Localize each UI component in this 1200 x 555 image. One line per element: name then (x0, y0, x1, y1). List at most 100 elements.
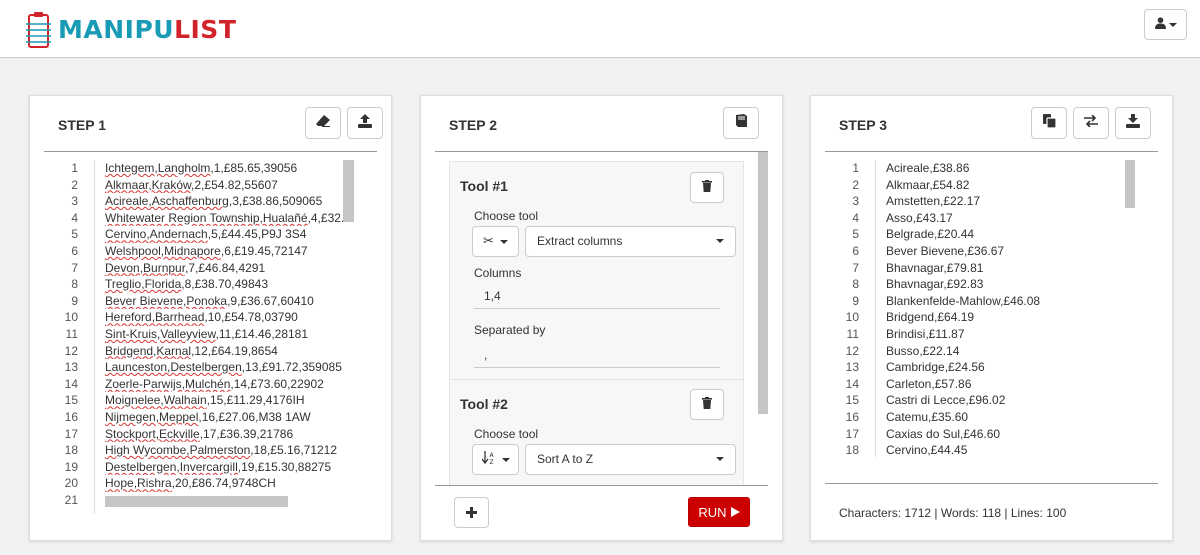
line-number: 2 (71, 177, 78, 192)
tool-type-value: Extract columns (537, 234, 623, 248)
line-number: 2 (852, 177, 859, 192)
editor-line[interactable]: Asso,£43.17 (886, 210, 1126, 227)
user-icon (1154, 16, 1166, 34)
editor-line[interactable]: Sint-Kruis,Valleyview,11,£14.46,28181 (105, 326, 345, 343)
line-number: 14 (64, 376, 78, 391)
line-number: 3 (852, 194, 859, 209)
line-number: 8 (852, 277, 859, 292)
editor-line[interactable]: Cervino,Andernach,5,£44.45,P9J 3S4 (105, 226, 345, 243)
trash-icon (702, 396, 712, 414)
editor-line[interactable]: Bhavnagar,£79.81 (886, 260, 1126, 277)
output-editor[interactable]: 1 Acireale,£38.86 2 Alkmaar,£54.82 3 Amstette… (825, 160, 1158, 457)
editor-line[interactable]: Hope,Rishra,20,£86.74,9748CH (105, 475, 345, 492)
editor-line[interactable]: Belgrade,£20.44 (886, 226, 1126, 243)
copy-output-button[interactable] (1031, 107, 1067, 139)
download-output-button[interactable] (1115, 107, 1151, 139)
line-number: 10 (845, 310, 859, 325)
navbar: MANIPULIST (0, 0, 1200, 58)
editor-line[interactable]: Devon,Burnpur,7,£46.84,4291 (105, 260, 345, 277)
upload-file-button[interactable] (347, 107, 383, 139)
editor-line[interactable]: High Wycombe,Palmerston,18,£5.16,71212 (105, 442, 345, 459)
input-horizontal-scrollbar[interactable] (105, 496, 288, 507)
editor-line[interactable]: Alkmaar,Kraków,2,£54.82,55607 (105, 177, 345, 194)
line-number: 19 (64, 459, 78, 474)
line-number: 8 (71, 277, 78, 292)
line-number: 16 (845, 410, 859, 424)
tool-icon-select[interactable]: AZ (472, 444, 519, 475)
editor-line[interactable]: Welshpool,Midnapore,6,£19.45,72147 (105, 243, 345, 260)
editor-line[interactable]: Zoerle-Parwijs,Mulchén,14,£73.60,22902 (105, 376, 345, 393)
editor-line[interactable]: Treglio,Florida,8,£38.70,49843 (105, 276, 345, 293)
line-number: 20 (64, 476, 78, 491)
user-menu-button[interactable] (1144, 9, 1187, 40)
columns-input[interactable]: 1,4 (474, 285, 720, 309)
editor-line[interactable]: Bever Bievene,Ponoka,9,£36.67,60410 (105, 293, 345, 310)
step3-title: STEP 3 (839, 117, 887, 133)
line-number: 9 (852, 293, 859, 308)
choose-tool-label: Choose tool (474, 427, 539, 441)
copy-icon (1042, 113, 1057, 133)
editor-line[interactable]: Carleton,£57.86 (886, 376, 1126, 393)
delete-tool-button[interactable] (690, 172, 724, 203)
editor-line[interactable]: Busso,£22.14 (886, 343, 1126, 360)
clear-input-button[interactable] (305, 107, 341, 139)
app-logo[interactable]: MANIPULIST (26, 9, 236, 49)
editor-line[interactable]: Launceston,Destelbergen,13,£91.72,359085 (105, 359, 345, 376)
separator-label: Separated by (474, 323, 546, 337)
editor-line[interactable]: Ichtegem,Langholm,1,£85.65,39056 (105, 160, 345, 177)
line-number: 18 (845, 443, 859, 457)
separator-input[interactable]: , (474, 344, 720, 368)
step3-panel: STEP 3 1 Acireale,£38.86 2 Alkmaar,£54.82 3 A… (810, 95, 1173, 541)
swap-output-button[interactable] (1073, 107, 1109, 139)
editor-line[interactable]: Cervino,£44.45 (886, 442, 1126, 457)
output-vertical-scrollbar[interactable] (1125, 160, 1135, 208)
editor-line[interactable]: Alkmaar,£54.82 (886, 177, 1126, 194)
tools-list: Tool #1 Choose tool ✂ Extract columns Co… (435, 152, 769, 486)
editor-line[interactable]: Bridgend,£64.19 (886, 309, 1126, 326)
editor-line[interactable]: Caxias do Sul,£46.60 (886, 426, 1126, 443)
editor-line[interactable]: Amstetten,£22.17 (886, 193, 1126, 210)
add-tool-button[interactable] (454, 497, 489, 528)
tool-library-button[interactable] (723, 107, 759, 139)
step1-title: STEP 1 (58, 117, 106, 133)
tools-scrollbar[interactable] (758, 152, 768, 414)
editor-line[interactable]: Hereford,Barrhead,10,£54.78,03790 (105, 309, 345, 326)
run-button-label: RUN (698, 504, 727, 520)
editor-line[interactable]: Blankenfelde-Mahlow,£46.08 (886, 293, 1126, 310)
columns-label: Columns (474, 266, 522, 280)
line-number: 4 (71, 210, 78, 225)
step1-panel: STEP 1 1 Ichtegem,Langholm,1,£85.65,39056… (29, 95, 392, 541)
editor-line[interactable]: Destelbergen,Invercargill,19,£15.30,8827… (105, 459, 345, 476)
tool-type-select[interactable]: Extract columns (525, 226, 736, 257)
line-number: 12 (845, 343, 859, 358)
editor-line[interactable]: Whitewater Region Township,Hualañé,4,£32… (105, 210, 345, 227)
line-number: 13 (845, 360, 859, 375)
clipboard-list-icon (26, 10, 52, 48)
delete-tool-button[interactable] (690, 389, 724, 420)
logo-text-part1: MANIPU (58, 14, 175, 44)
input-vertical-scrollbar[interactable] (343, 160, 354, 222)
editor-line[interactable]: Bridgend,Karnal,12,£64.19,8654 (105, 343, 345, 360)
editor-line[interactable]: Acireale,Aschaffenburg,3,£38.86,509065 (105, 193, 345, 210)
input-editor[interactable]: 1 Ichtegem,Langholm,1,£85.65,39056 2 Alkmaa… (44, 160, 377, 520)
editor-line[interactable]: Acireale,£38.86 (886, 160, 1126, 177)
editor-line[interactable]: Nijmegen,Meppel,16,£27.06,M38 1AW (105, 409, 345, 426)
line-number: 5 (852, 227, 859, 242)
eraser-icon (316, 114, 330, 132)
editor-line[interactable]: Stockport,Eckville,17,£36.39,21786 (105, 426, 345, 443)
editor-line[interactable]: Catemu,£35.60 (886, 409, 1126, 426)
editor-line[interactable]: Bever Bievene,£36.67 (886, 243, 1126, 260)
editor-line[interactable]: Moignelee,Walhain,15,£11.29,4176IH (105, 392, 345, 409)
editor-line[interactable]: Brindisi,£11.87 (886, 326, 1126, 343)
line-number: 5 (71, 227, 78, 242)
tool-icon-select[interactable]: ✂ (472, 226, 519, 257)
editor-line[interactable]: Cambridge,£24.56 (886, 359, 1126, 376)
tool-type-select[interactable]: Sort A to Z (525, 444, 736, 475)
divider (435, 485, 768, 486)
line-number: 4 (852, 210, 859, 225)
step1-header: STEP 1 (44, 96, 383, 152)
editor-line[interactable]: Bhavnagar,£92.83 (886, 276, 1126, 293)
editor-line[interactable]: Castri di Lecce,£96.02 (886, 392, 1126, 409)
run-button[interactable]: RUN (688, 497, 750, 527)
step2-header: STEP 2 (435, 96, 768, 152)
